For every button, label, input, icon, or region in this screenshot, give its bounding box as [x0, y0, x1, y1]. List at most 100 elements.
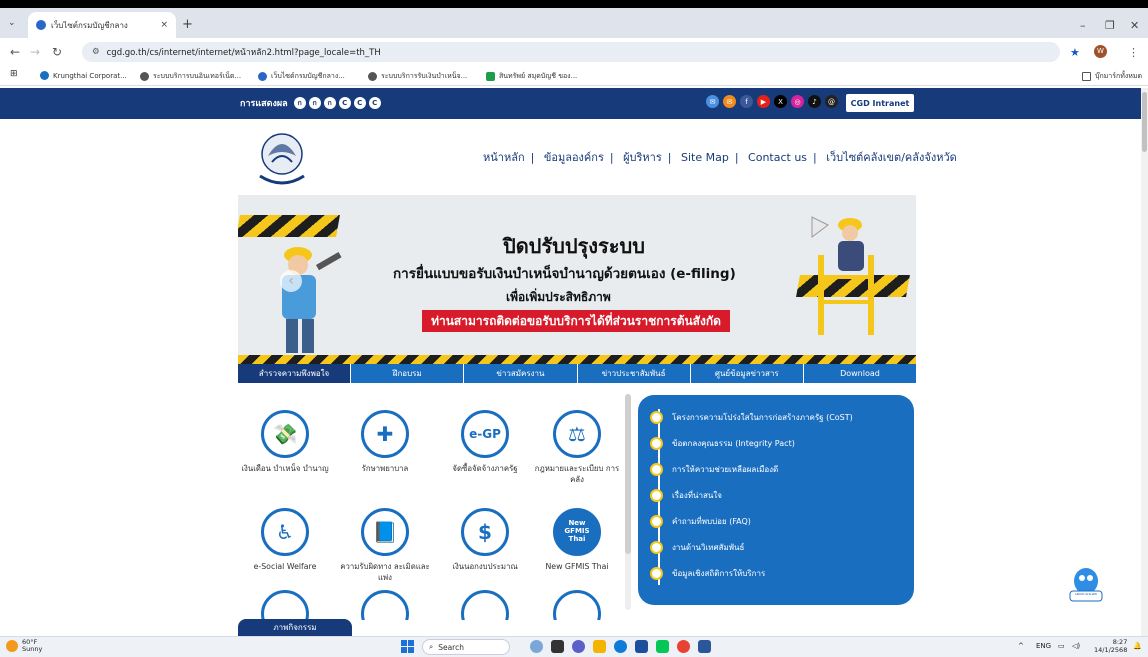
instagram-icon[interactable]: ◎: [791, 95, 804, 108]
service-law[interactable]: ⚖ กฎหมายและระเบียบ การคลัง: [530, 410, 624, 485]
hero-banner[interactable]: ‹ ปิดปรับปรุงระบบ การยื่นแบบขอรับเงินบำเ…: [238, 195, 916, 355]
tiktok-icon[interactable]: ♪: [808, 95, 821, 108]
display-option[interactable]: C: [368, 97, 381, 109]
cgd-logo[interactable]: [250, 128, 314, 192]
mascot-chatbot[interactable]: น้องกบ๊ปบีดี: [1066, 563, 1106, 603]
profile-avatar[interactable]: W: [1094, 45, 1107, 58]
email-icon[interactable]: ✉: [706, 95, 719, 108]
close-window-icon[interactable]: ✕: [1130, 19, 1139, 32]
services-scrollbar[interactable]: [625, 394, 631, 610]
display-option[interactable]: ก: [308, 97, 321, 109]
nav-sitemap[interactable]: Site Map: [681, 151, 729, 164]
store-icon[interactable]: [635, 640, 648, 653]
bookmark-item[interactable]: ระบบบริการรับเงินบำเหน็จ...: [368, 71, 467, 82]
tab-training[interactable]: ฝึกอบรม: [351, 364, 465, 383]
main-nav: หน้าหลัก | ข้อมูลองค์กร | ผู้บริหาร | Site …: [483, 151, 957, 164]
language-indicator[interactable]: ENG: [1036, 642, 1051, 650]
apps-icon[interactable]: ⊞: [10, 69, 18, 79]
service-salary[interactable]: 💸 เงินเดือน บำเหน็จ บำนาญ: [238, 410, 332, 475]
nav-executives[interactable]: ผู้บริหาร: [623, 151, 662, 164]
info-link-cost[interactable]: โครงการความโปร่งใสในการก่อสร้างภาครัฐ (C…: [650, 411, 853, 424]
chat-icon[interactable]: [572, 640, 585, 653]
info-link-stats[interactable]: ข้อมูลเชิงสถิติการให้บริการ: [650, 567, 765, 580]
minimize-icon[interactable]: –: [1080, 19, 1086, 32]
tab-close-button[interactable]: ×: [160, 20, 168, 30]
service-liability[interactable]: 📘 ความรับผิดทาง ละเมิดและแพ่ง: [338, 508, 432, 583]
info-link-interesting[interactable]: เรื่องที่น่าสนใจ: [650, 489, 722, 502]
nav-contact[interactable]: Contact us: [748, 151, 807, 164]
service-gfmis[interactable]: New GFMIS Thai New GFMIS Thai: [530, 508, 624, 573]
forward-icon[interactable]: →: [30, 45, 40, 59]
tab-info-center[interactable]: ศูนย์ข้อมูลข่าวสาร: [690, 364, 804, 383]
egp-icon: e-GP: [461, 410, 509, 458]
facebook-icon[interactable]: f: [740, 95, 753, 108]
bookmark-item[interactable]: ระบบบริการบนอินเทอร์เน็ต...: [140, 71, 241, 82]
restore-icon[interactable]: ❐: [1105, 19, 1115, 32]
x-icon[interactable]: X: [774, 95, 787, 108]
threads-icon[interactable]: @: [825, 95, 838, 108]
nav-provincial[interactable]: เว็บไซต์คลังเขต/คลังจังหวัด: [826, 151, 957, 164]
site-info-icon[interactable]: ⚙: [92, 47, 100, 57]
clock[interactable]: 8:27 14/1/2568: [1094, 638, 1127, 654]
edge-icon[interactable]: [614, 640, 627, 653]
tab-news[interactable]: ข่าวประชาสัมพันธ์: [577, 364, 691, 383]
notification-icon[interactable]: 🔔: [1133, 642, 1142, 650]
info-link-faq[interactable]: คำถามที่พบบ่อย (FAQ): [650, 515, 751, 528]
display-option[interactable]: ก: [293, 97, 306, 109]
line-icon[interactable]: [656, 640, 669, 653]
file-explorer-icon[interactable]: [593, 640, 606, 653]
menu-icon[interactable]: ⋮: [1128, 46, 1139, 59]
back-icon[interactable]: ←: [10, 45, 20, 59]
display-option[interactable]: ก: [323, 97, 336, 109]
banner-prev-icon[interactable]: ‹: [280, 270, 302, 292]
intranet-button[interactable]: CGD Intranet: [846, 94, 914, 112]
bookmark-item[interactable]: เว็บไซต์กรมบัญชีกลาง...: [258, 71, 345, 82]
service-medical[interactable]: ✚ รักษาพยาบาล: [338, 410, 432, 475]
network-icon[interactable]: ▭: [1058, 642, 1065, 650]
info-link-integrity[interactable]: ข้อตกลงคุณธรรม (Integrity Pact): [650, 437, 795, 450]
all-bookmarks[interactable]: บุ๊กมาร์กทั้งหมด: [1082, 71, 1142, 82]
address-bar[interactable]: ⚙ cgd.go.th/cs/internet/internet/หน้าหลั…: [82, 42, 1060, 62]
tab-download[interactable]: Download: [803, 364, 917, 383]
worker-illustration: [282, 247, 342, 353]
tray-chevron-icon[interactable]: ^: [1018, 642, 1024, 650]
page-scrollbar[interactable]: [1141, 88, 1148, 636]
tab-jobs[interactable]: ข่าวสมัครงาน: [464, 364, 578, 383]
weather-widget[interactable]: 60°F Sunny: [6, 638, 42, 653]
browser-tab[interactable]: เว็บไซต์กรมบัญชีกลาง ×: [28, 12, 176, 38]
activities-tab[interactable]: ภาพกิจกรรม: [238, 619, 352, 636]
new-tab-button[interactable]: +: [182, 17, 193, 32]
more-service-icon: [361, 590, 409, 620]
tab-search-icon[interactable]: ⌄: [8, 18, 16, 28]
bookmark-item[interactable]: สินทรัพย์ สมุดบัญชี ของ...: [486, 71, 577, 82]
task-view-icon[interactable]: [551, 640, 564, 653]
taskbar-search[interactable]: ⌕ Search: [422, 639, 510, 655]
widgets-icon[interactable]: [530, 640, 543, 653]
bookmark-item[interactable]: Krungthai Corporat...: [40, 71, 127, 80]
nav-about[interactable]: ข้อมูลองค์กร: [544, 151, 604, 164]
reload-icon[interactable]: ↻: [52, 45, 62, 59]
chrome-icon[interactable]: [677, 640, 690, 653]
tab-survey[interactable]: สำรวจความพึงพอใจ: [238, 364, 352, 383]
scale-icon: ⚖: [553, 410, 601, 458]
browser-window: ⌄ เว็บไซต์กรมบัญชีกลาง × + – ❐ ✕ ← → ↻ ⚙…: [0, 0, 1148, 657]
start-button[interactable]: [401, 640, 414, 653]
volume-icon[interactable]: ◁): [1072, 642, 1080, 650]
info-link-foreign[interactable]: งานด้านวิเทศสัมพันธ์: [650, 541, 744, 554]
mail-icon[interactable]: ✉: [723, 95, 736, 108]
youtube-icon[interactable]: ▶: [757, 95, 770, 108]
service-more[interactable]: [438, 590, 532, 620]
service-more[interactable]: [530, 590, 624, 620]
service-procurement[interactable]: e-GP จัดซื้อจัดจ้างภาครัฐ: [438, 410, 532, 475]
display-option[interactable]: C: [338, 97, 351, 109]
service-more[interactable]: [238, 590, 332, 620]
info-link-goodcitizen[interactable]: การให้ความช่วยเหลือผลเมืองดี: [650, 463, 778, 476]
service-welfare[interactable]: ♿ e-Social Welfare: [238, 508, 332, 573]
service-more[interactable]: [338, 590, 432, 620]
display-option[interactable]: C: [353, 97, 366, 109]
bookmark-star-icon[interactable]: ★: [1070, 46, 1080, 59]
info-links-panel: โครงการความโปร่งใสในการก่อสร้างภาครัฐ (C…: [638, 395, 914, 605]
nav-home[interactable]: หน้าหลัก: [483, 151, 525, 164]
word-icon[interactable]: [698, 640, 711, 653]
service-budget[interactable]: $ เงินนอกงบประมาณ: [438, 508, 532, 573]
